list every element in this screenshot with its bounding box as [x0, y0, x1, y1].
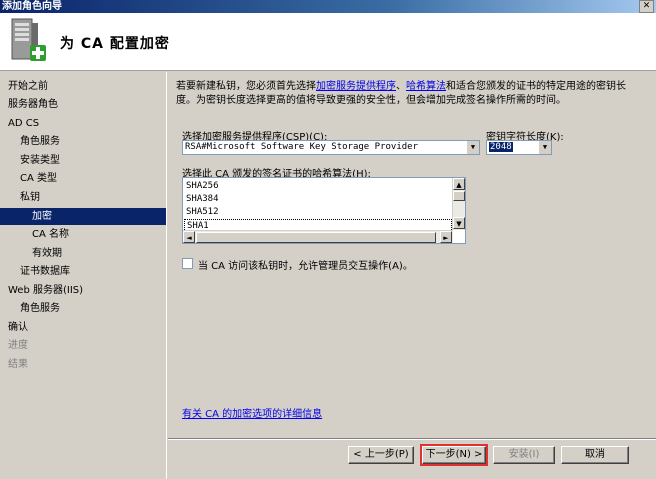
scroll-thumb[interactable] — [453, 191, 465, 201]
chevron-down-icon[interactable]: ▼ — [538, 141, 551, 154]
install-button: 安装(I) — [493, 446, 555, 464]
intro-text-part2: 、 — [396, 81, 406, 92]
nav-item-validity-period[interactable]: 有效期 — [32, 245, 62, 262]
intro-text-part1: 若要新建私钥，您必须首先选择 — [176, 81, 316, 92]
chevron-down-icon[interactable]: ▼ — [466, 141, 479, 154]
nav-item-cryptography[interactable]: 加密 — [0, 208, 166, 225]
wizard-header: 为 CA 配置加密 — [0, 13, 656, 71]
scroll-thumb[interactable] — [196, 232, 436, 243]
button-separator — [168, 438, 656, 440]
nav-item-ca-name[interactable]: CA 名称 — [32, 226, 69, 243]
intro-text: 若要新建私钥，您必须首先选择加密服务提供程序、哈希算法和适合您颁发的证书的特定用… — [176, 80, 641, 108]
csp-help-link[interactable]: 加密服务提供程序 — [316, 81, 396, 92]
page-title: 为 CA 配置加密 — [60, 36, 170, 52]
back-button[interactable]: < 上一步(P) — [348, 446, 414, 464]
nav-item-ca-type[interactable]: CA 类型 — [20, 170, 57, 187]
key-length-value: 2048 — [489, 142, 513, 152]
scroll-up-icon[interactable]: ▲ — [453, 178, 465, 190]
nav-item-iis-role-services[interactable]: 角色服务 — [20, 300, 60, 317]
csp-dropdown-value: RSA#Microsoft Software Key Storage Provi… — [185, 142, 418, 152]
window-title: 添加角色向导 — [2, 1, 62, 12]
close-icon[interactable]: ✕ — [639, 0, 654, 13]
wizard-nav: 开始之前 服务器角色 AD CS 角色服务 安装类型 CA 类型 私钥 加密 C… — [0, 72, 167, 479]
crypto-options-help-link[interactable]: 有关 CA 的加密选项的详细信息 — [182, 405, 322, 420]
scroll-down-icon[interactable]: ▼ — [453, 217, 465, 229]
nav-item-server-roles[interactable]: 服务器角色 — [8, 96, 58, 113]
nav-item-role-services[interactable]: 角色服务 — [20, 133, 60, 150]
csp-dropdown[interactable]: RSA#Microsoft Software Key Storage Provi… — [182, 140, 480, 155]
nav-item-ad-cs[interactable]: AD CS — [8, 115, 39, 132]
admin-interaction-label[interactable]: 当 CA 访问该私钥时，允许管理员交互操作(A)。 — [198, 257, 413, 272]
next-button[interactable]: 下一步(N) > — [420, 444, 488, 466]
nav-item-private-key[interactable]: 私钥 — [20, 189, 40, 206]
scroll-left-icon[interactable]: ◄ — [183, 231, 195, 243]
list-horizontal-scrollbar[interactable]: ◄ ► — [183, 230, 453, 243]
nav-item-setup-type[interactable]: 安装类型 — [20, 152, 60, 169]
admin-interaction-checkbox[interactable] — [182, 258, 193, 269]
nav-item-web-server-iis[interactable]: Web 服务器(IIS) — [8, 282, 83, 299]
list-item[interactable]: SHA256 — [186, 180, 219, 193]
nav-item-progress: 进度 — [8, 340, 28, 351]
content-panel: 若要新建私钥，您必须首先选择加密服务提供程序、哈希算法和适合您颁发的证书的特定用… — [168, 72, 656, 438]
hash-help-link[interactable]: 哈希算法 — [406, 81, 446, 92]
list-item[interactable]: SHA512 — [186, 206, 219, 219]
nav-item-confirmation[interactable]: 确认 — [8, 319, 28, 336]
key-length-dropdown[interactable]: 2048 ▼ — [486, 140, 552, 155]
cancel-button[interactable]: 取消 — [561, 446, 629, 464]
hash-algorithm-list[interactable]: SHA256 SHA384 SHA512 SHA1 ▲ ▼ ◄ ► — [182, 177, 466, 244]
list-vertical-scrollbar[interactable]: ▲ ▼ — [452, 178, 465, 230]
title-bar: 添加角色向导 ✕ — [0, 0, 656, 13]
nav-item-before-you-begin[interactable]: 开始之前 — [8, 78, 48, 95]
nav-item-certificate-database[interactable]: 证书数据库 — [20, 263, 70, 280]
nav-item-results: 结果 — [8, 359, 28, 370]
list-item[interactable]: SHA384 — [186, 193, 219, 206]
scroll-right-icon[interactable]: ► — [440, 231, 452, 243]
server-add-icon — [11, 18, 46, 61]
